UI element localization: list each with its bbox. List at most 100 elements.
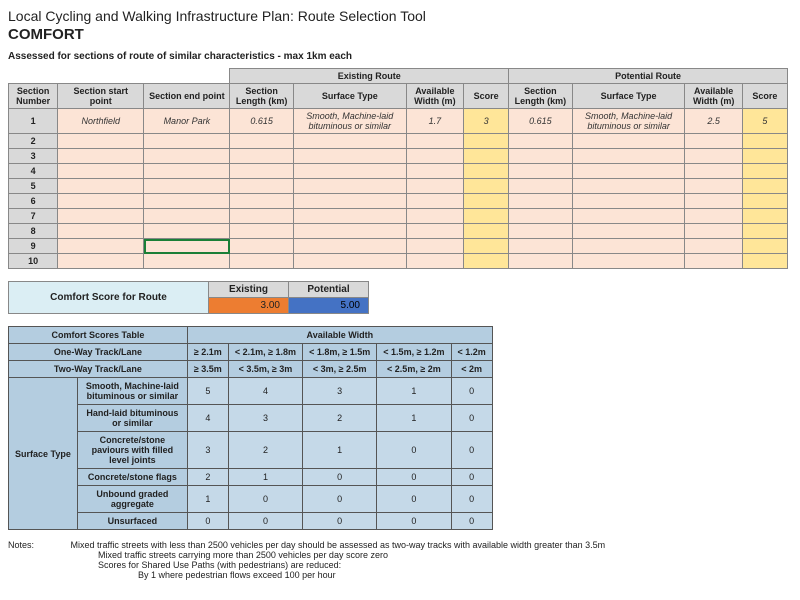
- cell-potential-width[interactable]: [685, 134, 742, 149]
- cell-start[interactable]: [58, 134, 144, 149]
- cell-existing-width[interactable]: [406, 134, 463, 149]
- surface-name: Concrete/stone paviours with filled leve…: [77, 432, 187, 469]
- cell-existing-length[interactable]: [230, 224, 294, 239]
- cell-potential-width[interactable]: [685, 254, 742, 269]
- cell-existing-width[interactable]: [406, 149, 463, 164]
- cell-potential-surface[interactable]: [572, 254, 685, 269]
- cell-potential-surface[interactable]: [572, 239, 685, 254]
- cell-existing-surface[interactable]: [293, 254, 406, 269]
- row-number: 6: [9, 194, 58, 209]
- cell-existing-width[interactable]: [406, 224, 463, 239]
- notes-label: Notes:: [8, 540, 68, 550]
- potential-group-header: Potential Route: [509, 69, 788, 84]
- cell-existing-width[interactable]: [406, 194, 463, 209]
- cell-potential-width[interactable]: 2.5: [685, 109, 742, 134]
- col-existing-score: Score: [464, 84, 509, 109]
- cell-end[interactable]: [144, 239, 230, 254]
- cell-end[interactable]: [144, 209, 230, 224]
- cell-start[interactable]: [58, 149, 144, 164]
- cell-potential-surface[interactable]: Smooth, Machine-laid bituminous or simil…: [572, 109, 685, 134]
- cell-potential-surface[interactable]: [572, 134, 685, 149]
- cell-existing-length[interactable]: [230, 194, 294, 209]
- col-potential-surface: Surface Type: [572, 84, 685, 109]
- cell-existing-surface[interactable]: [293, 164, 406, 179]
- cell-end[interactable]: [144, 179, 230, 194]
- cell-existing-width[interactable]: [406, 254, 463, 269]
- surface-name: Smooth, Machine-laid bituminous or simil…: [77, 378, 187, 405]
- cell-existing-length[interactable]: [230, 254, 294, 269]
- cell-potential-score: 5: [742, 109, 787, 134]
- cell-existing-surface[interactable]: [293, 149, 406, 164]
- cell-potential-length[interactable]: [509, 134, 573, 149]
- cell-existing-length[interactable]: [230, 239, 294, 254]
- cell-end[interactable]: [144, 254, 230, 269]
- cell-start[interactable]: [58, 194, 144, 209]
- cell-start[interactable]: Northfield: [58, 109, 144, 134]
- cell-potential-length[interactable]: [509, 239, 573, 254]
- cell-potential-width[interactable]: [685, 149, 742, 164]
- comfort-score-cell: 2: [187, 469, 228, 486]
- cell-start[interactable]: [58, 209, 144, 224]
- route-score-existing-label: Existing: [209, 282, 289, 298]
- cell-start[interactable]: [58, 179, 144, 194]
- cell-existing-width[interactable]: [406, 239, 463, 254]
- cell-start[interactable]: [58, 254, 144, 269]
- cell-existing-surface[interactable]: Smooth, Machine-laid bituminous or simil…: [293, 109, 406, 134]
- cell-end[interactable]: [144, 149, 230, 164]
- cell-potential-length[interactable]: [509, 209, 573, 224]
- cell-start[interactable]: [58, 164, 144, 179]
- cell-existing-surface[interactable]: [293, 194, 406, 209]
- cell-end[interactable]: [144, 134, 230, 149]
- cell-potential-length[interactable]: [509, 149, 573, 164]
- cell-end[interactable]: Manor Park: [144, 109, 230, 134]
- cell-existing-surface[interactable]: [293, 179, 406, 194]
- cell-potential-surface[interactable]: [572, 179, 685, 194]
- cell-existing-length[interactable]: [230, 164, 294, 179]
- cell-existing-length[interactable]: [230, 179, 294, 194]
- cell-potential-width[interactable]: [685, 179, 742, 194]
- cell-existing-surface[interactable]: [293, 209, 406, 224]
- cell-existing-width[interactable]: [406, 179, 463, 194]
- cell-potential-length[interactable]: [509, 254, 573, 269]
- cell-potential-surface[interactable]: [572, 209, 685, 224]
- cell-potential-length[interactable]: [509, 194, 573, 209]
- cell-potential-surface[interactable]: [572, 194, 685, 209]
- cell-existing-width[interactable]: 1.7: [406, 109, 463, 134]
- cell-start[interactable]: [58, 239, 144, 254]
- route-score-potential-label: Potential: [289, 282, 369, 298]
- col-existing-surface: Surface Type: [293, 84, 406, 109]
- cell-potential-width[interactable]: [685, 194, 742, 209]
- cell-potential-width[interactable]: [685, 164, 742, 179]
- cell-end[interactable]: [144, 224, 230, 239]
- cell-potential-surface[interactable]: [572, 164, 685, 179]
- note-line: Scores for Shared Use Paths (with pedest…: [98, 560, 792, 570]
- cell-potential-length[interactable]: [509, 164, 573, 179]
- cell-potential-surface[interactable]: [572, 149, 685, 164]
- oneway-w4: < 1.2m: [451, 344, 492, 361]
- comfort-score-cell: 4: [228, 378, 302, 405]
- cell-existing-score: [464, 209, 509, 224]
- cell-potential-length[interactable]: [509, 224, 573, 239]
- twoway-w2: < 3m, ≥ 2.5m: [303, 361, 377, 378]
- cell-end[interactable]: [144, 194, 230, 209]
- cell-existing-width[interactable]: [406, 164, 463, 179]
- cell-existing-surface[interactable]: [293, 239, 406, 254]
- cell-existing-length[interactable]: [230, 149, 294, 164]
- notes-section: Notes: Mixed traffic streets with less t…: [8, 540, 792, 580]
- cell-potential-length[interactable]: [509, 179, 573, 194]
- cell-existing-surface[interactable]: [293, 134, 406, 149]
- comfort-title: Comfort Scores Table: [9, 327, 188, 344]
- cell-existing-width[interactable]: [406, 209, 463, 224]
- cell-potential-length[interactable]: 0.615: [509, 109, 573, 134]
- cell-existing-length[interactable]: [230, 134, 294, 149]
- cell-end[interactable]: [144, 164, 230, 179]
- cell-potential-width[interactable]: [685, 224, 742, 239]
- cell-existing-length[interactable]: [230, 209, 294, 224]
- cell-existing-surface[interactable]: [293, 224, 406, 239]
- col-start: Section start point: [58, 84, 144, 109]
- cell-potential-surface[interactable]: [572, 224, 685, 239]
- cell-potential-width[interactable]: [685, 239, 742, 254]
- cell-existing-length[interactable]: 0.615: [230, 109, 294, 134]
- cell-potential-width[interactable]: [685, 209, 742, 224]
- cell-start[interactable]: [58, 224, 144, 239]
